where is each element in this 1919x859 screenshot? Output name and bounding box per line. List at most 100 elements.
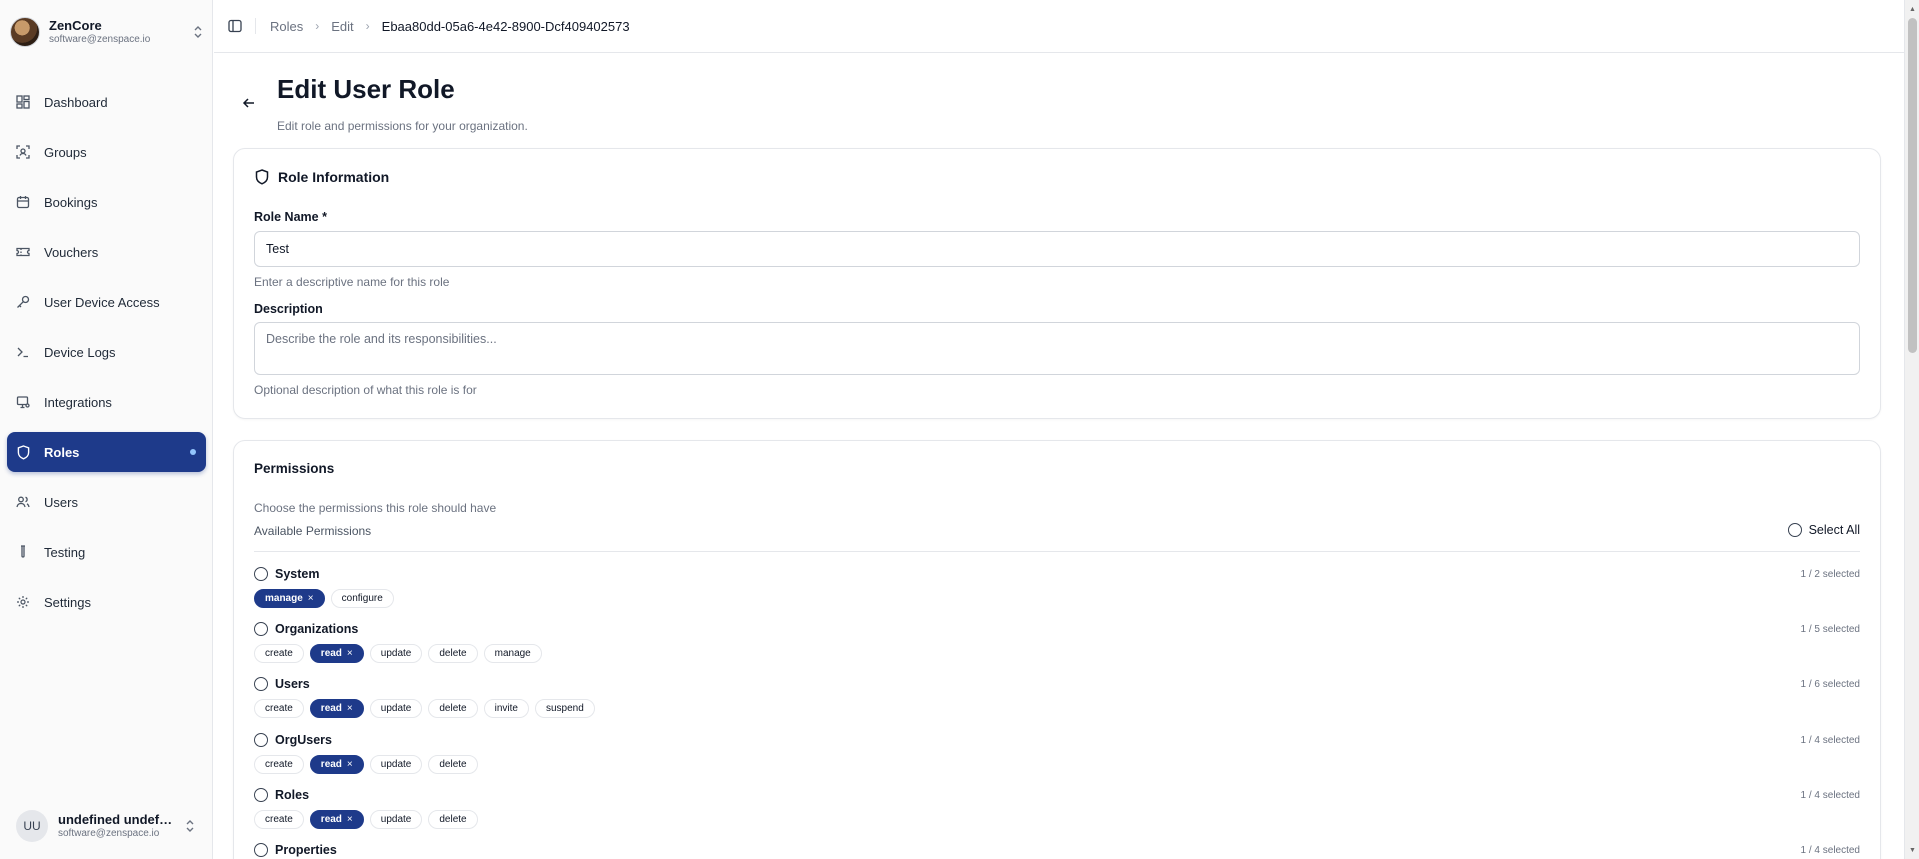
permissions-card: Permissions Choose the permissions this … xyxy=(233,440,1881,859)
description-label: Description xyxy=(254,302,323,316)
sidebar-item-label: User Device Access xyxy=(44,294,160,310)
sidebar-item-roles[interactable]: Roles xyxy=(7,432,206,472)
sidebar-item-dashboard[interactable]: Dashboard xyxy=(7,82,206,122)
group-select-checkbox[interactable] xyxy=(254,788,268,802)
permission-chip[interactable]: configure xyxy=(330,589,394,608)
permission-chip[interactable]: update xyxy=(369,644,423,663)
breadcrumb-roles[interactable]: Roles xyxy=(270,19,303,34)
chevrons-up-down-icon[interactable] xyxy=(183,817,197,835)
key-icon xyxy=(15,294,31,310)
permission-chip[interactable]: read × xyxy=(309,699,364,718)
description-textarea[interactable] xyxy=(254,322,1860,375)
select-all-checkbox[interactable]: Select All xyxy=(1787,523,1860,537)
sidebar-item-testing[interactable]: Testing xyxy=(7,532,206,572)
permission-chip[interactable]: create xyxy=(254,644,304,663)
group-select-checkbox[interactable] xyxy=(254,622,268,636)
sidebar-item-users[interactable]: Users xyxy=(7,482,206,522)
permission-group: Properties 1 / 4 selected xyxy=(254,841,1860,859)
group-name: Roles xyxy=(275,788,310,802)
groups-icon xyxy=(15,144,31,160)
sidebar-item-device-logs[interactable]: Device Logs xyxy=(7,332,206,372)
sidebar-item-settings[interactable]: Settings xyxy=(7,582,206,622)
chevron-right-icon: › xyxy=(365,19,370,33)
group-select-checkbox[interactable] xyxy=(254,843,268,857)
permission-group: Organizations 1 / 5 selected create read × up… xyxy=(254,620,1860,663)
gear-icon xyxy=(15,594,31,610)
sidebar: ZenCore software@zenspace.io Dashboard Gr… xyxy=(0,0,213,859)
permission-chip[interactable]: manage × xyxy=(254,589,325,608)
permission-group: System 1 / 2 selected manage × configure xyxy=(254,565,1860,608)
permission-chip[interactable]: create xyxy=(254,810,304,829)
permission-chip-label: suspend xyxy=(545,703,584,714)
page-subtitle: Edit role and permissions for your organ… xyxy=(277,119,528,133)
permission-chip-label: delete xyxy=(439,703,467,714)
remove-icon[interactable]: × xyxy=(308,593,314,604)
permission-chip[interactable]: create xyxy=(254,755,304,774)
permission-chips: create read × update delete xyxy=(254,810,1860,829)
scroll-thumb[interactable] xyxy=(1908,18,1917,353)
group-select-checkbox[interactable] xyxy=(254,677,268,691)
org-switcher[interactable]: ZenCore software@zenspace.io xyxy=(10,14,205,50)
group-selected-count: 1 / 4 selected xyxy=(1800,734,1860,746)
permission-chip-label: read xyxy=(320,703,342,714)
role-name-input[interactable] xyxy=(254,231,1860,267)
scroll-down-icon[interactable]: ▼ xyxy=(1905,843,1919,857)
permission-chip[interactable]: read × xyxy=(309,810,364,829)
permission-chip[interactable]: manage xyxy=(483,644,542,663)
permission-chip[interactable]: delete xyxy=(428,699,478,718)
remove-icon[interactable]: × xyxy=(347,759,353,770)
divider xyxy=(255,18,256,34)
permission-chip[interactable]: suspend xyxy=(534,699,595,718)
sidebar-item-label: Device Logs xyxy=(44,344,116,360)
remove-icon[interactable]: × xyxy=(347,648,353,659)
sidebar-item-integrations[interactable]: Integrations xyxy=(7,382,206,422)
sidebar-item-label: Bookings xyxy=(44,194,98,210)
group-name: Users xyxy=(275,677,310,691)
group-name: OrgUsers xyxy=(275,733,332,747)
permission-group: Users 1 / 6 selected create read × update dele… xyxy=(254,675,1860,718)
scroll-up-icon[interactable]: ▲ xyxy=(1905,2,1919,16)
permission-chip[interactable]: delete xyxy=(428,810,478,829)
remove-icon[interactable]: × xyxy=(347,703,353,714)
permission-chip-label: configure xyxy=(341,593,383,604)
permission-chip[interactable]: update xyxy=(369,810,423,829)
permission-chip[interactable]: read × xyxy=(309,644,364,663)
shield-icon xyxy=(254,169,270,185)
permission-chip-label: manage xyxy=(494,648,531,659)
permission-chip[interactable]: update xyxy=(369,755,423,774)
permission-chip-label: read xyxy=(320,814,342,825)
permissions-title: Permissions xyxy=(254,461,335,476)
chevrons-up-down-icon[interactable] xyxy=(191,23,205,41)
page-scrollbar[interactable]: ▲ ▼ xyxy=(1904,0,1919,859)
group-selected-count: 1 / 2 selected xyxy=(1800,568,1860,580)
sidebar-item-vouchers[interactable]: Vouchers xyxy=(7,232,206,272)
sidebar-item-label: Groups xyxy=(44,144,87,160)
sidebar-item-label: Roles xyxy=(44,444,80,460)
group-name: Properties xyxy=(275,843,337,857)
group-select-checkbox[interactable] xyxy=(254,567,268,581)
permission-chip[interactable]: update xyxy=(369,699,423,718)
calendar-icon xyxy=(15,194,31,210)
sidebar-item-label: Integrations xyxy=(44,394,112,410)
permission-chip[interactable]: read × xyxy=(309,755,364,774)
user-menu[interactable]: UU undefined undefin... software@zenspac… xyxy=(8,801,205,851)
remove-icon[interactable]: × xyxy=(347,814,353,825)
breadcrumb-edit[interactable]: Edit xyxy=(331,19,353,34)
sidebar-item-label: Settings xyxy=(44,594,91,610)
back-arrow-icon[interactable] xyxy=(240,94,258,112)
permission-chip[interactable]: create xyxy=(254,699,304,718)
permission-chip-label: create xyxy=(265,759,293,770)
divider xyxy=(254,551,1860,552)
sidebar-item-bookings[interactable]: Bookings xyxy=(7,182,206,222)
group-select-checkbox[interactable] xyxy=(254,733,268,747)
permission-group: OrgUsers 1 / 4 selected create read × update d… xyxy=(254,731,1860,774)
permission-chip[interactable]: delete xyxy=(428,755,478,774)
permission-chip[interactable]: invite xyxy=(483,699,529,718)
user-email: software@zenspace.io xyxy=(58,827,160,839)
page-title: Edit User Role xyxy=(277,74,455,104)
circle-checkbox-icon xyxy=(1787,523,1802,537)
sidebar-item-groups[interactable]: Groups xyxy=(7,132,206,172)
permission-chip[interactable]: delete xyxy=(428,644,478,663)
sidebar-item-user-device-access[interactable]: User Device Access xyxy=(7,282,206,322)
sidebar-toggle-icon[interactable] xyxy=(227,18,243,34)
